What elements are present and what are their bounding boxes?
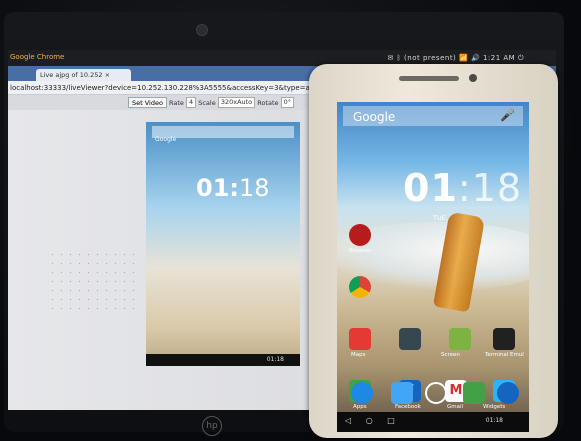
tablet-device: Google 🎤 01:18 TUE, JULY 16 Browser Maps…: [309, 64, 558, 438]
calendar-icon[interactable]: [463, 382, 485, 404]
clock-hours: 01: [403, 166, 458, 210]
mini-clock-minutes: 18: [239, 174, 270, 202]
phone-icon[interactable]: [351, 382, 373, 404]
mini-search-text: Google: [155, 136, 177, 143]
close-icon[interactable]: ×: [105, 71, 110, 79]
google-search-bar[interactable]: Google 🎤: [343, 106, 523, 126]
scale-label: Scale: [198, 98, 216, 107]
volume-icon[interactable]: 🔊: [471, 54, 480, 62]
hp-logo: hp: [202, 416, 222, 436]
bluetooth-icon[interactable]: ᛒ: [397, 54, 402, 62]
mini-clock-hours: 01: [196, 174, 230, 202]
rate-label: Rate: [169, 98, 184, 107]
app-label-browser: Browser: [349, 248, 372, 254]
app-icon-screen[interactable]: [449, 328, 471, 350]
app-label-terminal: Terminal Emul: [485, 352, 524, 358]
mail-icon[interactable]: ✉: [387, 54, 393, 62]
speaker-grille: [399, 76, 459, 81]
browser-dock-icon[interactable]: [497, 382, 519, 404]
mini-nav-bar: 01:18: [146, 354, 300, 366]
photo-scene: Google Chrome ✉ ᛒ (not present) 📶 🔊 1:21…: [0, 0, 581, 441]
clock-minutes: 18: [471, 166, 523, 210]
status-text: (not present): [404, 54, 457, 62]
microphone-icon[interactable]: 🎤: [500, 108, 515, 122]
all-apps-icon[interactable]: [425, 382, 447, 404]
contacts-icon[interactable]: [391, 382, 413, 404]
mini-search-bar: Google: [152, 126, 294, 143]
mini-status-time: 01:18: [266, 356, 284, 363]
mini-clock-sep: :: [229, 174, 240, 202]
browser-tab[interactable]: Live ajpg of 10.252 ×: [36, 69, 131, 81]
app-icon-chrome[interactable]: [349, 276, 371, 298]
rate-input[interactable]: 4: [186, 97, 197, 108]
status-time: 01:18: [485, 417, 503, 424]
viewer-controls: Set Video Rate 4 Scale 320xAuto Rotate 0…: [128, 97, 294, 109]
tablet-screen[interactable]: Google 🎤 01:18 TUE, JULY 16 Browser Maps…: [337, 102, 529, 432]
scale-input[interactable]: 320xAuto: [217, 97, 256, 108]
nav-keys[interactable]: ◁ ○ □: [345, 416, 401, 425]
faint-dots: [48, 250, 138, 310]
set-video-button[interactable]: Set Video: [128, 97, 167, 108]
app-icon-maps[interactable]: [349, 328, 371, 350]
wifi-icon[interactable]: 📶: [459, 54, 468, 62]
app-name: Google Chrome: [10, 53, 65, 61]
mirrored-phone-screen[interactable]: Google 01:18 01:18: [146, 122, 300, 366]
app-icon-terminal[interactable]: [493, 328, 515, 350]
system-nav-bar: ◁ ○ □ 01:18: [337, 412, 529, 432]
clock[interactable]: 1:21 AM: [483, 54, 515, 62]
app-icon-browser[interactable]: [349, 224, 371, 246]
webcam: [196, 24, 208, 36]
system-indicators: ✉ ᛒ (not present) 📶 🔊 1:21 AM ⏻: [387, 54, 524, 63]
rotate-label: Rotate: [257, 98, 279, 107]
clock-widget[interactable]: 01:18: [403, 166, 522, 210]
mini-clock: 01:18: [196, 174, 270, 202]
dock: [337, 378, 529, 412]
clock-separator: :: [457, 166, 472, 210]
tab-title: Live ajpg of 10.252: [40, 71, 103, 79]
front-camera: [469, 74, 477, 82]
search-text: Google: [353, 110, 396, 124]
rotate-select[interactable]: 0°: [280, 97, 294, 108]
app-label-screen: Screen: [441, 352, 460, 358]
power-icon[interactable]: ⏻: [518, 54, 524, 62]
app-icon-movie[interactable]: [399, 328, 421, 350]
app-label-maps: Maps: [351, 352, 366, 358]
